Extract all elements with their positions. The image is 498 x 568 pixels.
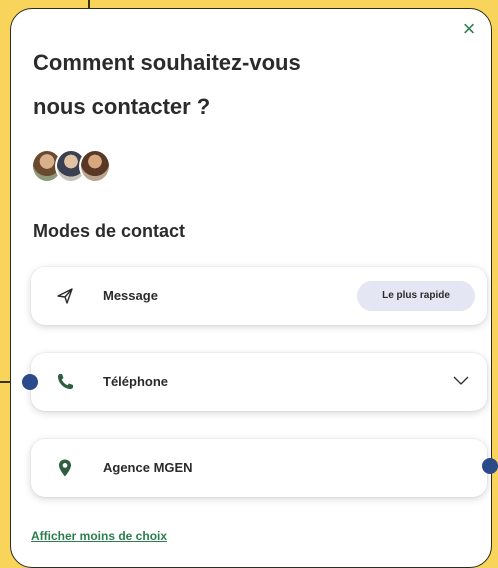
option-label: Agence MGEN [103,460,193,475]
show-fewer-options-link[interactable]: Afficher moins de choix [31,529,167,543]
chevron-down-icon[interactable] [453,375,469,387]
phone-icon [58,374,73,389]
avatar [79,149,111,183]
section-title: Modes de contact [33,221,186,241]
contact-dialog: × Comment souhaitez-vous nous contacter … [10,8,492,568]
title-line-1: Comment souhaitez-vous [33,50,301,75]
title-line-2: nous contacter ? [33,94,211,119]
option-label: Téléphone [103,374,169,389]
annotation-dot [482,458,498,474]
fastest-badge: Le plus rapide [357,281,475,311]
contact-option-message[interactable]: Message Le plus rapide [31,267,487,325]
advisor-avatars [31,149,131,185]
dialog-title: Comment souhaitez-vous nous contacter ? [33,41,433,129]
close-icon[interactable]: × [459,18,479,40]
send-icon [57,288,73,304]
option-label: Message [103,288,158,303]
contact-option-agence[interactable]: Agence MGEN [31,439,487,497]
location-pin-icon [59,459,71,477]
contact-option-telephone[interactable]: Téléphone [31,353,487,411]
annotation-dot [22,374,38,390]
